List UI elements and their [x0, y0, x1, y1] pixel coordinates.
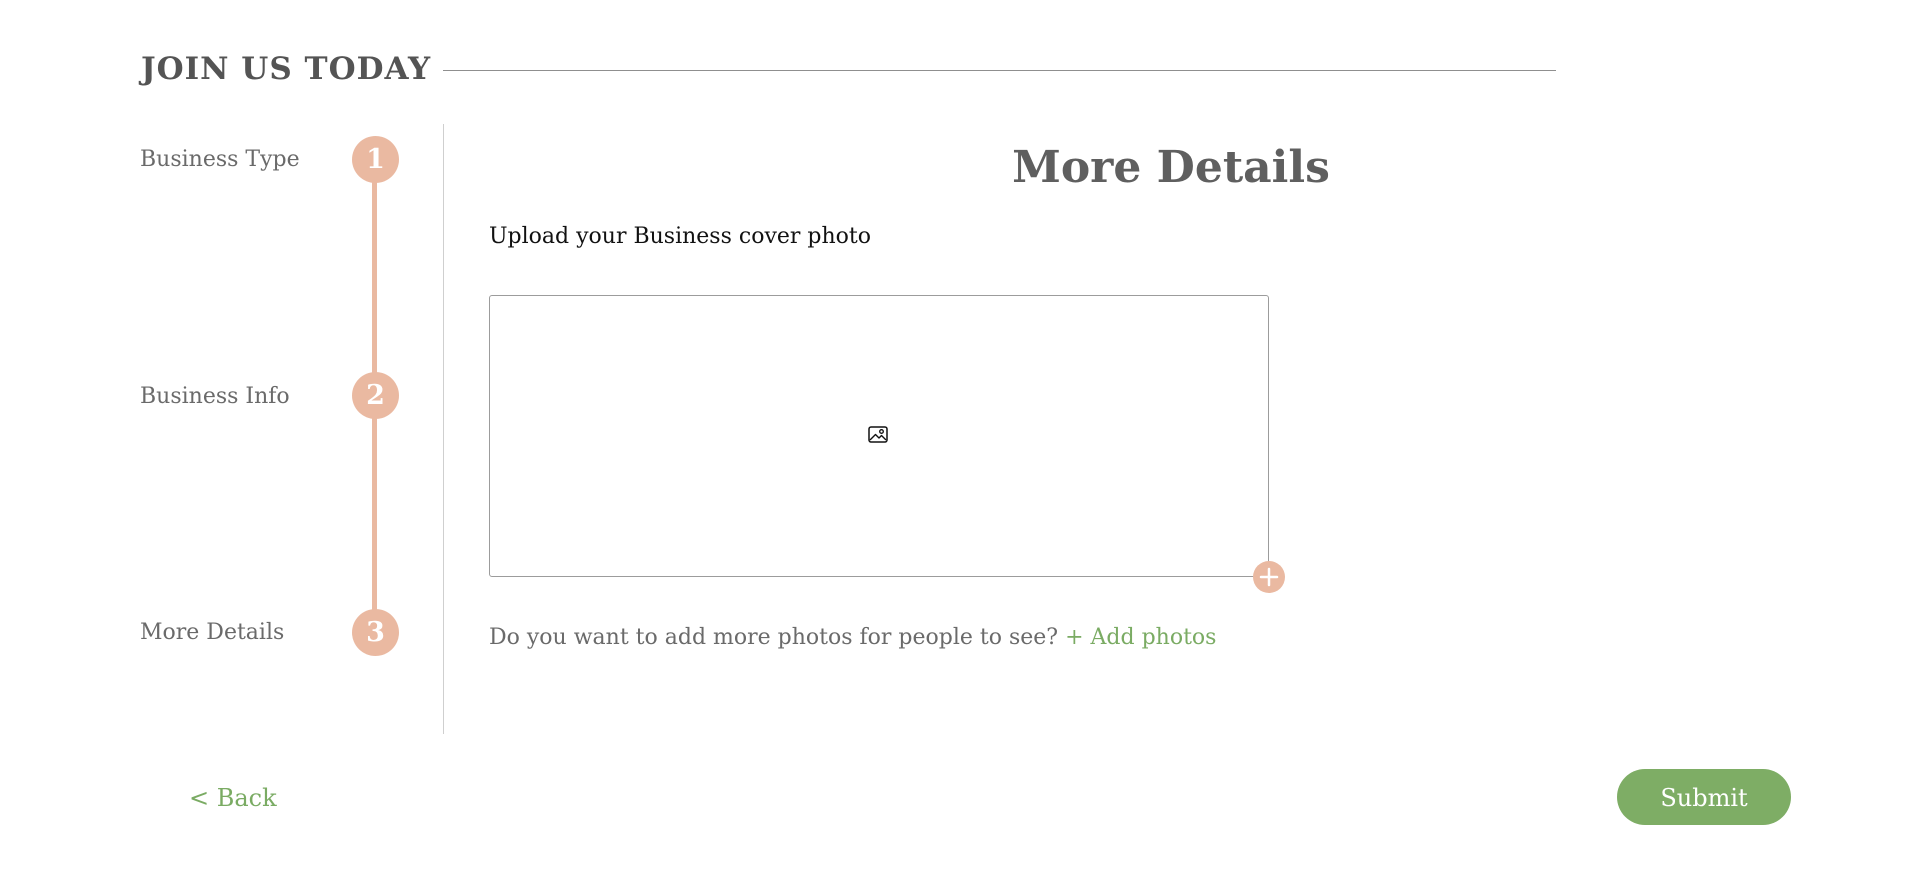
step-label-more-details[interactable]: More Details — [140, 618, 284, 648]
step-number-3[interactable]: 3 — [352, 609, 399, 656]
step-number-2[interactable]: 2 — [352, 372, 399, 419]
more-photos-prompt: Do you want to add more photos for peopl… — [489, 625, 1059, 650]
add-photos-link[interactable]: + Add photos — [1065, 625, 1216, 650]
plus-icon — [1259, 567, 1279, 587]
step-label-business-info[interactable]: Business Info — [140, 382, 290, 412]
image-icon — [868, 426, 888, 443]
back-button[interactable]: < Back — [189, 782, 277, 814]
submit-button[interactable]: Submit — [1617, 769, 1791, 825]
header-divider — [443, 70, 1556, 71]
step-label-business-type[interactable]: Business Type — [140, 145, 300, 175]
step-number-1[interactable]: 1 — [352, 136, 399, 183]
page-brand-title: JOIN US TODAY — [141, 51, 432, 87]
more-photos-row: Do you want to add more photos for peopl… — [489, 623, 1216, 653]
cover-photo-dropzone[interactable] — [489, 295, 1269, 577]
add-cover-photo-button[interactable] — [1253, 561, 1285, 593]
section-title: More Details — [1012, 142, 1330, 193]
content-divider — [443, 124, 444, 734]
cover-photo-label: Upload your Business cover photo — [489, 224, 871, 249]
